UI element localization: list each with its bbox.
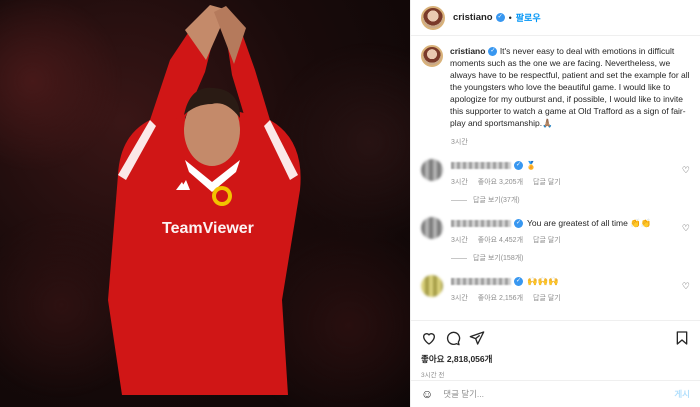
comment-text: You are greatest of all time 👏👏: [527, 217, 652, 228]
bookmark-icon[interactable]: [674, 330, 690, 346]
blurred-avatar[interactable]: [421, 217, 443, 239]
caption-avatar[interactable]: [421, 45, 443, 67]
author-avatar[interactable]: [421, 5, 445, 30]
view-replies-label: 답글 보기(37개): [473, 197, 520, 204]
post-header: cristiano ✓ • 팔로우: [411, 0, 700, 36]
comment-likes[interactable]: 좋아요 3,205개: [478, 177, 523, 187]
follow-button[interactable]: 팔로우: [516, 11, 541, 24]
post-sidebar: cristiano ✓ • 팔로우 cristiano ✓ It's never …: [410, 0, 700, 407]
replies-divider: [451, 199, 467, 201]
caption-text: It's never easy to deal with emotions in…: [450, 46, 690, 128]
post-comment-button[interactable]: 게시: [674, 388, 690, 400]
comment-item: ✓ You are greatest of all time 👏👏 3시간 좋아…: [421, 217, 690, 263]
caption-username[interactable]: cristiano: [450, 46, 485, 56]
heart-icon[interactable]: [421, 330, 437, 346]
caption: cristiano ✓ It's never easy to deal with …: [421, 45, 690, 129]
likes-count[interactable]: 좋아요 2,818,056개: [421, 353, 690, 365]
medal-icon: 🏅: [526, 160, 536, 170]
verified-icon: ✓: [488, 47, 498, 57]
comment-time: 3시간: [451, 237, 468, 244]
comment-time: 3시간: [451, 295, 468, 302]
post-photo[interactable]: TeamViewer: [0, 0, 410, 407]
comment-likes[interactable]: 좋아요 4,452개: [478, 235, 523, 245]
emoji-icon[interactable]: ☺: [421, 387, 433, 401]
comment-heart-icon[interactable]: ♡: [682, 281, 690, 292]
comment-likes[interactable]: 좋아요 2,156개: [478, 293, 523, 303]
comment-item: ✓ 🏅 3시간 좋아요 3,205개 답글 달기 답글 보기(37개) ♡: [421, 159, 690, 205]
view-replies-button[interactable]: 답글 보기(158개): [451, 253, 681, 263]
caption-time: 3시간: [451, 139, 468, 146]
post-time: 3시간 전: [421, 372, 445, 379]
view-replies-label: 답글 보기(158개): [473, 255, 524, 262]
separator-dot: •: [508, 12, 512, 23]
comment-item: ✓ 🙌🙌🙌 3시간 좋아요 2,156개 답글 달기 ♡: [421, 275, 690, 303]
comment-icon[interactable]: [445, 330, 461, 346]
svg-text:TeamViewer: TeamViewer: [162, 220, 254, 237]
reply-button[interactable]: 답글 달기: [533, 177, 561, 187]
reply-button[interactable]: 답글 달기: [533, 293, 561, 303]
post-actions: 좋아요 2,818,056개 3시간 전: [411, 320, 700, 379]
blurred-username[interactable]: [451, 277, 511, 285]
comment-input[interactable]: [443, 389, 675, 399]
reply-button[interactable]: 답글 달기: [533, 235, 561, 245]
blurred-avatar[interactable]: [421, 159, 443, 181]
view-replies-button[interactable]: 답글 보기(37개): [451, 195, 681, 205]
comment-heart-icon[interactable]: ♡: [682, 165, 690, 176]
comment-text: 🙌🙌🙌: [527, 275, 559, 286]
verified-icon: ✓: [495, 13, 505, 22]
comment-heart-icon[interactable]: ♡: [682, 223, 690, 234]
blurred-username[interactable]: [451, 161, 511, 169]
verified-icon: ✓: [514, 276, 523, 286]
add-comment-bar: ☺ 게시: [411, 380, 700, 407]
blurred-username[interactable]: [451, 219, 511, 227]
verified-icon: ✓: [514, 160, 523, 170]
caption-text-block: cristiano ✓ It's never easy to deal with …: [450, 45, 690, 129]
replies-divider: [451, 257, 467, 259]
player-figure: TeamViewer: [108, 5, 301, 395]
author-username[interactable]: cristiano: [453, 12, 493, 23]
comment-time: 3시간: [451, 179, 468, 186]
comments-list[interactable]: cristiano ✓ It's never easy to deal with …: [411, 37, 700, 320]
verified-icon: ✓: [514, 218, 523, 228]
share-icon[interactable]: [469, 330, 485, 346]
blurred-avatar[interactable]: [421, 275, 443, 297]
